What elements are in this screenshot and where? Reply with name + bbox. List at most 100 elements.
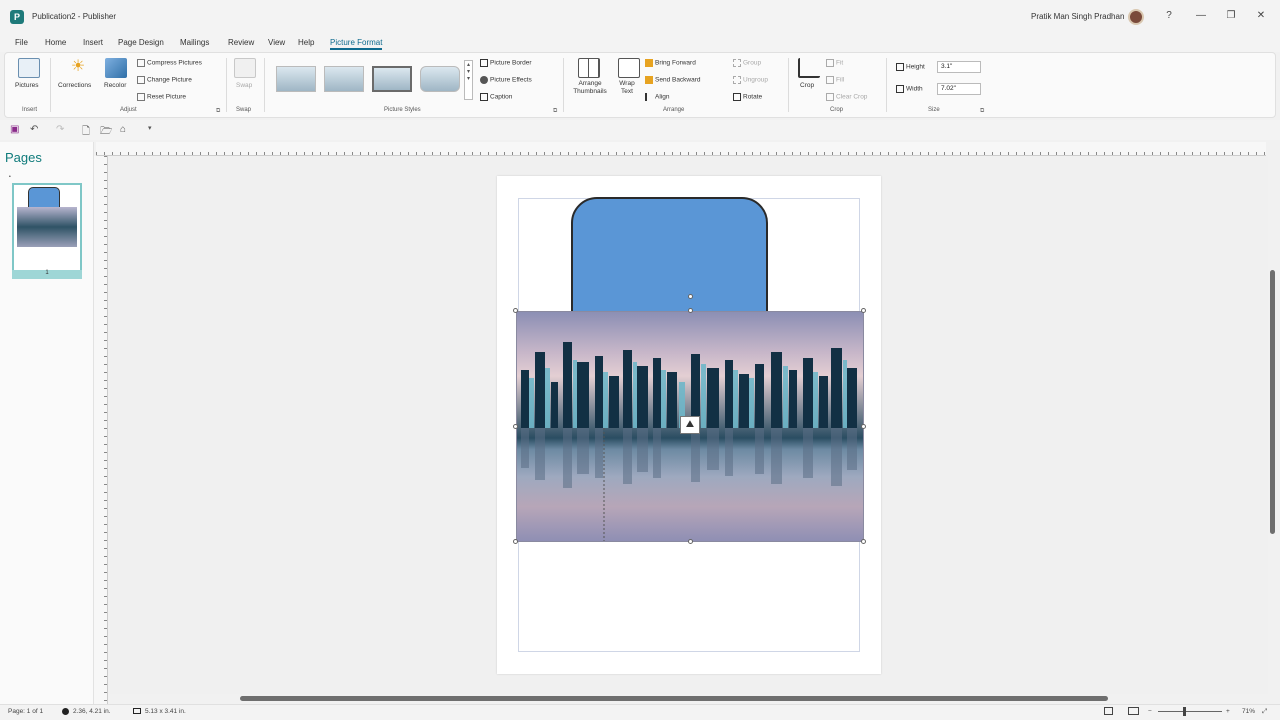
vertical-ruler[interactable] <box>94 156 108 704</box>
reset-picture-icon <box>137 93 145 101</box>
height-field[interactable]: 3.1" <box>937 61 981 73</box>
fit-page-icon[interactable]: ⤢ <box>1262 708 1267 716</box>
avatar[interactable] <box>1128 9 1144 25</box>
fit-icon <box>826 59 834 67</box>
horizontal-scrollbar[interactable] <box>240 696 1108 701</box>
clear-crop-button[interactable]: Clear Crop <box>826 93 867 101</box>
user-name[interactable]: Pratik Man Singh Pradhan <box>1031 12 1124 21</box>
styles-gallery-scroll[interactable]: ▴ ▾ ▾ <box>464 60 473 100</box>
customize-qat-icon[interactable]: ▾ <box>148 124 152 132</box>
tab-page-design[interactable]: Page Design <box>118 38 164 47</box>
width-icon <box>896 85 904 93</box>
tab-mailings[interactable]: Mailings <box>180 38 209 47</box>
change-picture-button[interactable]: Change Picture <box>137 76 192 84</box>
wrap-text-icon <box>618 58 640 78</box>
zoom-out-icon[interactable]: − <box>1148 708 1152 715</box>
group-label-crop: Crop <box>830 107 844 113</box>
document-title: Publication2 - Publisher <box>32 12 117 21</box>
single-page-view-icon[interactable] <box>1104 707 1113 715</box>
bring-forward-button[interactable]: Bring Forward <box>645 59 696 67</box>
ungroup-button[interactable]: Ungroup <box>733 76 768 84</box>
zoom-slider[interactable] <box>1158 711 1222 712</box>
height-label: Height <box>896 63 925 71</box>
align-button[interactable]: Align <box>645 93 669 101</box>
page-marker-icon: • <box>9 174 11 180</box>
arrange-thumbnails-button[interactable]: Arrange Thumbnails <box>570 80 610 96</box>
resize-handle-n[interactable] <box>688 308 693 313</box>
vertical-scrollbar[interactable] <box>1270 270 1275 534</box>
pages-pane-title: Pages <box>5 150 42 165</box>
group-button[interactable]: Group <box>733 59 761 67</box>
tab-file[interactable]: File <box>15 38 28 47</box>
picture-style-1[interactable] <box>276 66 316 92</box>
new-document-icon[interactable]: 🗋 <box>82 124 90 141</box>
tab-insert[interactable]: Insert <box>83 38 103 47</box>
crop-button[interactable]: Crop <box>800 82 814 89</box>
resize-handle-nw[interactable] <box>513 308 518 313</box>
fit-button[interactable]: Fit <box>826 59 843 67</box>
swap-icon <box>234 58 256 78</box>
resize-handle-w[interactable] <box>513 424 518 429</box>
format-painter-icon[interactable]: ⌂ <box>120 124 126 135</box>
adjust-dialog-launcher-icon[interactable]: ⧉ <box>216 108 220 115</box>
minimize-button[interactable]: — <box>1192 8 1210 24</box>
picture-style-4[interactable] <box>420 66 460 92</box>
pictures-button[interactable]: Pictures <box>15 82 38 89</box>
tab-help[interactable]: Help <box>298 38 314 47</box>
close-button[interactable]: ✕ <box>1252 8 1270 24</box>
resize-handle-s[interactable] <box>688 539 693 544</box>
divider <box>788 58 789 112</box>
position-icon <box>62 708 69 715</box>
two-page-view-icon[interactable] <box>1128 707 1139 715</box>
resize-handle-e[interactable] <box>861 424 866 429</box>
picture-styles-dialog-launcher-icon[interactable]: ⧉ <box>553 108 557 115</box>
caption-button[interactable]: Caption <box>480 93 512 101</box>
zoom-slider-thumb[interactable] <box>1183 707 1186 716</box>
fill-icon <box>826 76 834 84</box>
picture-effects-button[interactable]: Picture Effects <box>480 76 532 84</box>
send-backward-icon <box>645 76 653 84</box>
align-icon <box>645 93 653 101</box>
page-count[interactable]: Page: 1 of 1 <box>8 708 43 715</box>
corrections-button[interactable]: Corrections <box>58 82 91 89</box>
horizontal-ruler[interactable] <box>96 142 1266 156</box>
zoom-in-icon[interactable]: + <box>1226 708 1230 715</box>
tab-review[interactable]: Review <box>228 38 254 47</box>
divider <box>264 58 265 112</box>
help-button[interactable]: ? <box>1160 8 1178 24</box>
height-icon <box>896 63 904 71</box>
tab-view[interactable]: View <box>268 38 285 47</box>
recolor-button[interactable]: Recolor <box>104 82 126 89</box>
width-field[interactable]: 7.02" <box>937 83 981 95</box>
page-thumbnail[interactable] <box>12 183 82 279</box>
picture-style-3[interactable] <box>372 66 412 92</box>
swap-button[interactable]: Swap <box>236 82 252 89</box>
zoom-level[interactable]: 71% <box>1242 708 1255 715</box>
wrap-text-button[interactable]: Wrap Text <box>616 80 638 96</box>
rotate-button[interactable]: Rotate <box>733 93 762 101</box>
compress-pictures-button[interactable]: Compress Pictures <box>137 59 202 67</box>
rotate-handle[interactable] <box>688 294 693 299</box>
size-dialog-launcher-icon[interactable]: ⧉ <box>980 108 984 115</box>
ungroup-icon <box>733 76 741 84</box>
recolor-icon <box>105 58 127 78</box>
fill-button[interactable]: Fill <box>826 76 844 84</box>
pictures-icon <box>18 58 40 78</box>
open-folder-icon[interactable]: 🗁 <box>100 124 112 141</box>
thumbnail-picture <box>17 207 77 247</box>
restore-button[interactable]: ❐ <box>1222 8 1240 24</box>
resize-handle-sw[interactable] <box>513 539 518 544</box>
object-position: 2.36, 4.21 in. <box>73 708 111 715</box>
resize-handle-se[interactable] <box>861 539 866 544</box>
save-icon[interactable]: ▣ <box>10 124 19 135</box>
picture-swap-icon[interactable]: ⛰ <box>680 416 700 434</box>
redo-icon[interactable]: ↷ <box>56 124 64 135</box>
resize-handle-ne[interactable] <box>861 308 866 313</box>
picture-style-2[interactable] <box>324 66 364 92</box>
undo-icon[interactable]: ↶ <box>30 124 38 135</box>
tab-home[interactable]: Home <box>45 38 66 47</box>
tab-picture-format[interactable]: Picture Format <box>330 38 383 50</box>
send-backward-button[interactable]: Send Backward <box>645 76 701 84</box>
picture-border-button[interactable]: Picture Border <box>480 59 532 67</box>
reset-picture-button[interactable]: Reset Picture <box>137 93 186 101</box>
